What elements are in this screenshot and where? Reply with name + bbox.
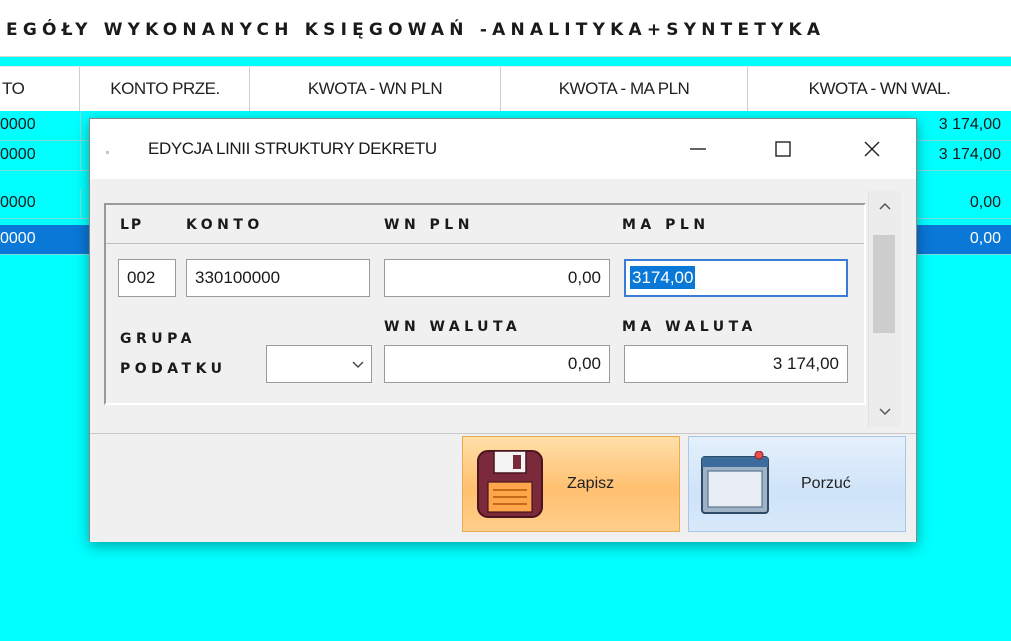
row-amount: 3 174,00	[938, 116, 1001, 133]
row-amount: 0,00	[969, 194, 1001, 211]
ma-pln-field[interactable]: 3174,00	[624, 259, 848, 297]
maximize-icon	[775, 141, 791, 157]
scroll-up-button[interactable]	[869, 193, 901, 219]
row-account: 0000	[0, 230, 36, 247]
scroll-down-icon	[879, 408, 891, 416]
row-account: 0000	[0, 116, 36, 133]
dialog-footer: Zapisz Porzuć	[90, 433, 916, 542]
window-icon	[701, 451, 769, 514]
dialog-title: EDYCJA LINII STRUKTURY DEKRETU	[148, 139, 437, 158]
grid-header: TO KONTO PRZE. KWOTA - WN PLN KWOTA - MA…	[0, 66, 1011, 112]
minimize-button[interactable]	[674, 127, 722, 171]
background-title-text: EGÓŁY WYKONANYCH KSIĘGOWAŃ -ANALITYKA+SY…	[6, 20, 826, 40]
label-ma-waluta: MA WALUTA	[622, 319, 757, 335]
minimize-icon	[690, 148, 706, 150]
cancel-button[interactable]: Porzuć	[688, 436, 906, 532]
edit-dialog: EDYCJA LINII STRUKTURY DEKRETU LP KONTO …	[89, 118, 917, 542]
vertical-scrollbar[interactable]	[868, 191, 901, 427]
grid-col-kwota-wn-wal[interactable]: KWOTA - WN WAL.	[748, 67, 1011, 111]
grid-col-konto-prze[interactable]: KONTO PRZE.	[81, 67, 250, 111]
save-button-label: Zapisz	[567, 475, 615, 492]
label-wn-pln: WN PLN	[384, 217, 474, 233]
ma-waluta-field[interactable]: 3 174,00	[624, 345, 848, 383]
label-wn-waluta: WN WALUTA	[384, 319, 522, 335]
label-podatku: PODATKU	[120, 361, 227, 377]
grid-col-kwota-ma-pln[interactable]: KWOTA - MA PLN	[501, 67, 748, 111]
konto-field[interactable]: 330100000	[186, 259, 370, 297]
label-ma-pln: MA PLN	[622, 217, 710, 233]
chevron-down-icon	[352, 361, 364, 368]
close-icon	[864, 141, 880, 157]
label-lp: LP	[120, 217, 144, 233]
scrollbar-thumb[interactable]	[873, 235, 895, 333]
save-button[interactable]: Zapisz	[462, 436, 680, 532]
label-grupa: GRUPA	[120, 331, 196, 347]
grid-col-kwota-wn-pln[interactable]: KWOTA - WN PLN	[250, 67, 501, 111]
lp-field[interactable]: 002	[118, 259, 176, 297]
maximize-button[interactable]	[759, 127, 807, 171]
row-account: 0000	[0, 146, 36, 163]
background-window-title: EGÓŁY WYKONANYCH KSIĘGOWAŃ -ANALITYKA+SY…	[0, 0, 1011, 57]
app-icon	[106, 151, 109, 154]
dialog-titlebar[interactable]: EDYCJA LINII STRUKTURY DEKRETU	[90, 119, 916, 179]
wn-waluta-field[interactable]: 0,00	[384, 345, 610, 383]
close-button[interactable]	[848, 127, 896, 171]
row-amount: 0,00	[969, 230, 1001, 247]
wn-pln-field[interactable]: 0,00	[384, 259, 610, 297]
ma-pln-selected-text: 3174,00	[630, 266, 696, 289]
label-konto: KONTO	[186, 217, 264, 233]
row-amount: 3 174,00	[938, 146, 1001, 163]
scroll-down-button[interactable]	[869, 399, 901, 425]
cancel-button-label: Porzuć	[801, 475, 851, 492]
grid-col-konto[interactable]: TO	[0, 67, 80, 111]
scroll-up-icon	[879, 202, 891, 210]
row-account: 0000	[0, 194, 36, 211]
grupa-podatku-select[interactable]	[266, 345, 372, 383]
floppy-disk-icon	[477, 450, 543, 518]
